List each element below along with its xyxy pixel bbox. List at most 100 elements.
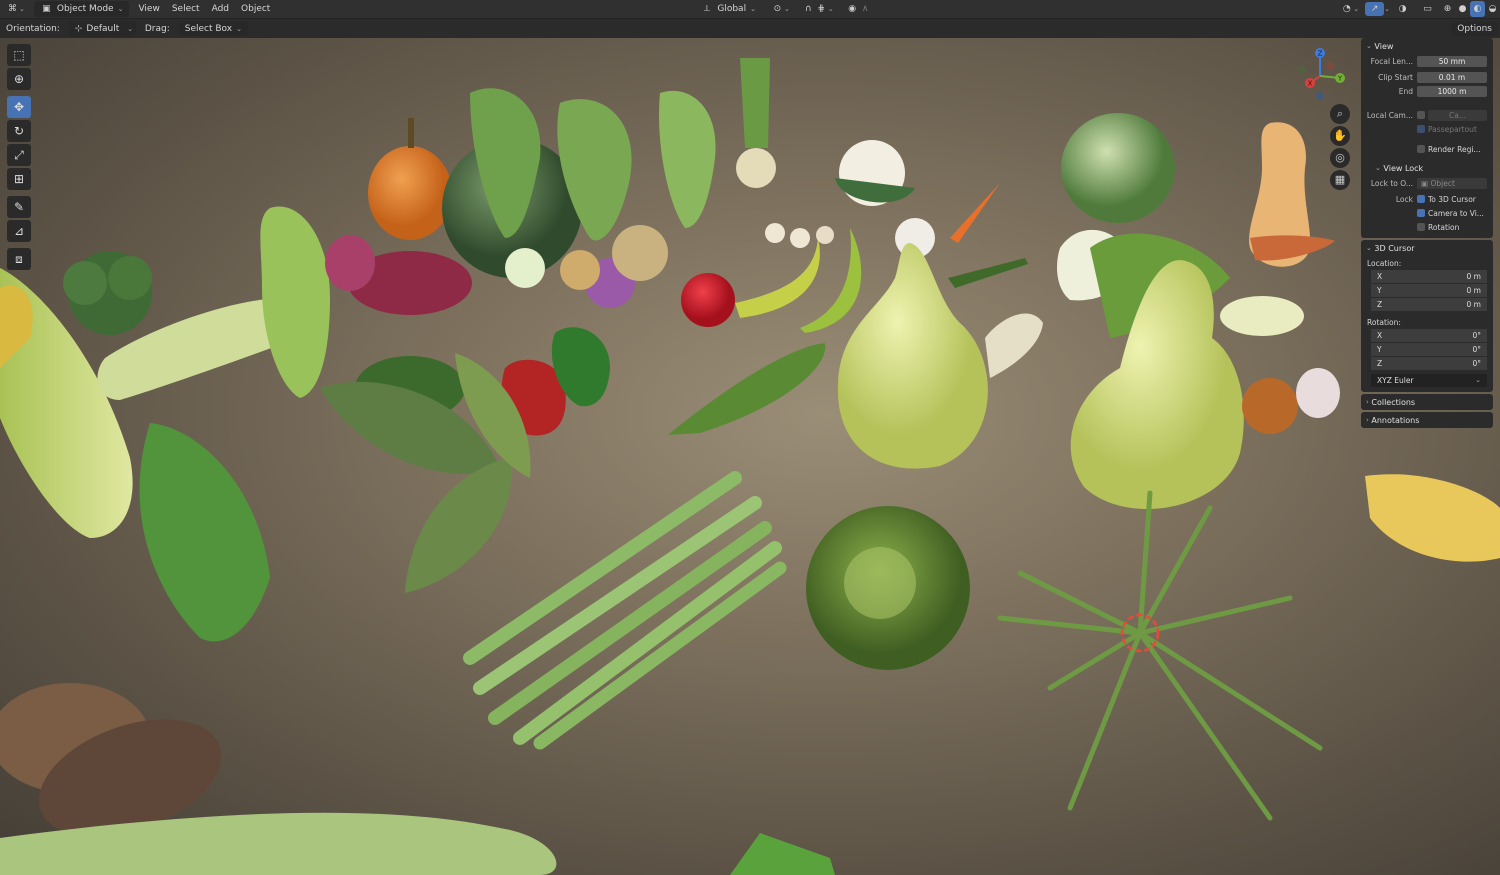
gizmo-toggle-button[interactable]: ↗ — [1365, 2, 1385, 16]
axis-label: Z — [1377, 359, 1383, 368]
clip-start-field[interactable]: 0.01 m — [1417, 71, 1487, 83]
location-label: Location: — [1367, 258, 1402, 268]
cursor-rotation-x-field[interactable]: X 0° — [1371, 329, 1487, 343]
chevron-down-icon: ⌄ — [236, 24, 242, 33]
pan-button[interactable]: ✋ — [1330, 126, 1350, 146]
3d-viewport[interactable]: ⬚ ⊕ ✥ ↻ ⤢ ⊞ ✎ ⊿ ⧈ Z Y X ⌕ ✋ ◎ ▦ ⌄ View F… — [0, 38, 1500, 875]
transform-orientation-dropdown[interactable]: ⟂ Global ⌄ — [694, 1, 762, 17]
clip-start-label: Clip Start — [1378, 72, 1413, 82]
cursor-rotation-y-field[interactable]: Y 0° — [1371, 343, 1487, 357]
pencil-icon: ✎ — [13, 200, 25, 214]
ruler-icon: ⊿ — [13, 224, 25, 238]
transform-orientation-label: Global — [717, 4, 747, 14]
carrot-shape — [950, 183, 1000, 243]
chevron-down-icon: ⌄ — [750, 5, 756, 13]
cursor-location-y-field[interactable]: Y 0 m — [1371, 284, 1487, 298]
drag-dropdown[interactable]: Select Box ⌄ — [178, 21, 248, 36]
collections-panel-header[interactable]: › Collections — [1361, 394, 1493, 410]
visibility-button[interactable]: ◔ ⌄ — [1334, 1, 1365, 17]
proportional-edit-button[interactable]: ◉ ∧ — [840, 1, 878, 17]
render-region-checkbox[interactable] — [1417, 145, 1425, 153]
3d-cursor-panel-header[interactable]: ⌄ 3D Cursor — [1361, 240, 1493, 256]
overlays-button[interactable]: ◑ — [1390, 1, 1415, 17]
falloff-icon: ∧ — [861, 4, 869, 14]
orientation-dropdown[interactable]: ⊹ Default ⌄ — [68, 20, 136, 37]
zoom-icon: ⌕ — [1336, 107, 1344, 120]
snap-increment-icon: ⋕ — [817, 4, 826, 14]
menu-view[interactable]: View — [132, 2, 165, 16]
move-arrows-icon: ✥ — [13, 100, 25, 114]
zoom-button[interactable]: ⌕ — [1330, 104, 1350, 124]
camera-to-view-checkbox[interactable] — [1417, 209, 1425, 217]
axis-value: 0 m — [1466, 300, 1481, 309]
gizmo-x-label: X — [1308, 80, 1313, 88]
gizmo-arrow-icon: ↗ — [1370, 4, 1379, 14]
pivot-point-button[interactable]: ⊙ ⌄ — [765, 1, 796, 17]
menu-select[interactable]: Select — [166, 2, 206, 16]
scale-tool[interactable]: ⤢ — [7, 144, 31, 166]
orientation-icon: ⊹ — [74, 23, 83, 34]
lock-to-object-field[interactable]: ▣ Object — [1417, 177, 1487, 189]
select-box-icon: ⬚ — [13, 48, 25, 62]
chevron-down-icon: ⌄ — [1375, 164, 1381, 172]
lock-rotation-checkbox[interactable] — [1417, 223, 1425, 231]
shading-rendered-button[interactable]: ◒ — [1485, 1, 1500, 17]
chevron-right-icon: › — [1366, 398, 1369, 406]
select-box-tool[interactable]: ⬚ — [7, 44, 31, 66]
rotation-mode-dropdown[interactable]: XYZ Euler ⌄ — [1371, 374, 1487, 388]
annotations-panel-header[interactable]: › Annotations — [1361, 412, 1493, 428]
rotation-mode-value: XYZ Euler — [1377, 376, 1414, 385]
cabbage-shape — [1061, 113, 1175, 223]
view-panel-title: View — [1374, 41, 1394, 51]
focal-length-label: Focal Len... — [1370, 56, 1413, 66]
clip-end-field[interactable]: 1000 m — [1417, 85, 1487, 97]
perspective-toggle-button[interactable]: ▦ — [1330, 170, 1350, 190]
collections-panel[interactable]: › Collections — [1361, 394, 1493, 410]
axis-label: Y — [1377, 286, 1382, 295]
cursor-location-z-field[interactable]: Z 0 m — [1371, 298, 1487, 312]
local-camera-field[interactable]: Ca... — [1428, 109, 1487, 121]
add-cube-tool[interactable]: ⧈ — [7, 248, 31, 270]
shading-material-button[interactable]: ◐ — [1470, 1, 1485, 17]
menu-add[interactable]: Add — [206, 2, 235, 16]
lock-to-3d-cursor-checkbox[interactable] — [1417, 195, 1425, 203]
rotate-tool[interactable]: ↻ — [7, 120, 31, 142]
measure-tool[interactable]: ⊿ — [7, 220, 31, 242]
menu-object[interactable]: Object — [235, 2, 276, 16]
cursor-location-x-field[interactable]: X 0 m — [1371, 270, 1487, 284]
drag-value: Select Box — [184, 23, 233, 34]
cube-icon: ⧈ — [15, 251, 23, 266]
orientation-label: Orientation: — [6, 23, 60, 34]
bok-choy-shape — [260, 206, 330, 398]
chevron-right-icon: › — [1366, 416, 1369, 424]
annotations-panel[interactable]: › Annotations — [1361, 412, 1493, 428]
transform-axes-icon: ⟂ — [703, 4, 710, 14]
view-lock-header[interactable]: ⌄ View Lock — [1361, 160, 1493, 176]
xray-button[interactable]: ▭ — [1415, 1, 1440, 17]
scallion-shape — [730, 833, 835, 875]
proportional-icon: ◉ — [848, 4, 857, 14]
passepartout-checkbox[interactable] — [1417, 125, 1425, 133]
options-button[interactable]: Options — [1451, 21, 1498, 36]
chevron-down-icon: ⌄ — [1475, 376, 1481, 384]
scale-icon: ⤢ — [14, 147, 24, 162]
navigation-gizmo[interactable]: Z Y X — [1290, 46, 1350, 106]
focal-length-field[interactable]: 50 mm — [1417, 55, 1487, 67]
editor-type-button[interactable]: ⌘ ⌄ — [0, 1, 31, 17]
local-camera-checkbox[interactable] — [1417, 111, 1425, 119]
cilantro-shape — [139, 423, 270, 642]
cursor-tool[interactable]: ⊕ — [7, 68, 31, 90]
banana-shape — [735, 238, 820, 318]
cursor-rotation-z-field[interactable]: Z 0° — [1371, 357, 1487, 371]
mode-dropdown[interactable]: ▣ Object Mode ⌄ — [33, 1, 130, 17]
move-tool[interactable]: ✥ — [7, 96, 31, 118]
transform-tool[interactable]: ⊞ — [7, 168, 31, 190]
snap-button[interactable]: ∩ ⋕ ⌄ — [796, 1, 840, 17]
chevron-down-icon: ⌄ — [1366, 42, 1372, 50]
camera-view-button[interactable]: ◎ — [1330, 148, 1350, 168]
shading-wireframe-button[interactable]: ⊕ — [1440, 1, 1455, 17]
celeriac-shape — [736, 148, 776, 188]
annotate-tool[interactable]: ✎ — [7, 196, 31, 218]
view-panel-header[interactable]: ⌄ View — [1361, 38, 1493, 54]
shading-solid-button[interactable]: ● — [1455, 1, 1470, 17]
